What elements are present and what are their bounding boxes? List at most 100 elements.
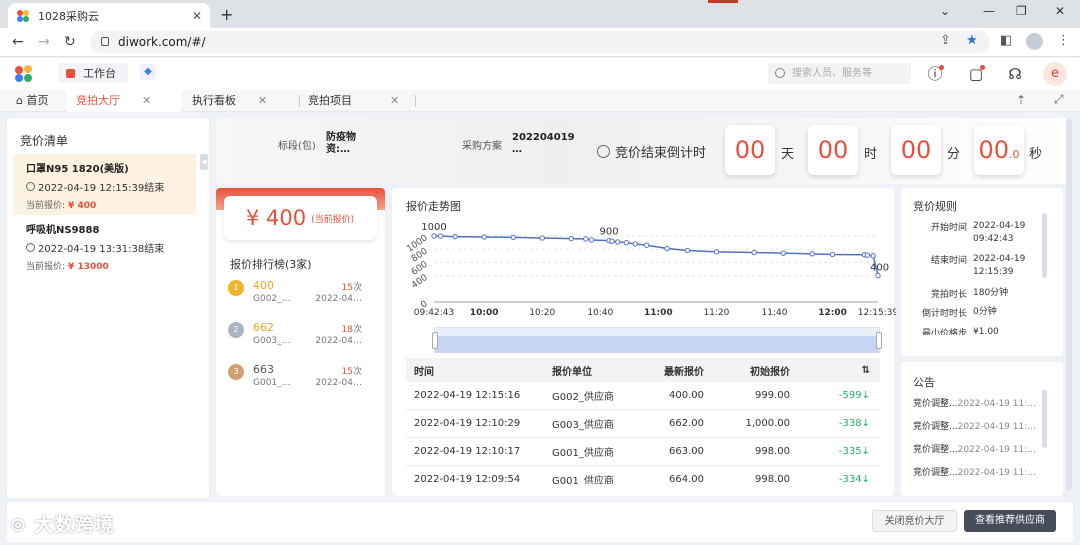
rule-value: ¥1.00	[973, 327, 999, 335]
workbench-icon	[66, 68, 75, 78]
ranking-count: 15次	[342, 364, 362, 377]
fullscreen-icon[interactable]: ⤢	[1054, 92, 1064, 107]
price-label: 当前报价:	[26, 201, 66, 211]
close-tab-icon[interactable]: ✕	[142, 94, 151, 107]
bid-list-item[interactable]: 口罩N95 1820(美版) 2022-04-19 12:15:39结束 当前报…	[14, 154, 196, 215]
notice-item[interactable]: 竞价调整...2022-04-19 11:...	[913, 396, 1036, 409]
rule-value: 2022-04-19 09:42:43	[973, 221, 1026, 244]
reload-icon[interactable]: ↻	[64, 34, 76, 50]
rule-label: 结束时间	[930, 256, 967, 266]
new-tab-icon[interactable]: +	[220, 5, 233, 24]
notice-text: 竞价调整...	[913, 468, 958, 478]
ranking-row: 1 400 15次 G002_… 2022-04…	[228, 279, 368, 315]
cell-diff: -599↓	[838, 390, 870, 401]
tab-execution-board[interactable]: 执行看板 ✕	[184, 90, 300, 112]
tab-auction-hall[interactable]: 竞拍大厅 ✕	[67, 90, 181, 112]
cell-diff: -334↓	[838, 474, 870, 484]
notice-title: 公告	[913, 376, 935, 389]
close-window-icon[interactable]: ✕	[1055, 4, 1065, 18]
slider-left-handle[interactable]	[432, 332, 438, 349]
ranking-count-value: 15	[341, 367, 353, 377]
share-icon[interactable]: ⇪	[940, 33, 951, 48]
col-unit-header: 报价单位	[552, 366, 592, 378]
data-point	[644, 242, 650, 248]
item-name: 口罩N95 1820(美版)	[26, 164, 129, 175]
search-icon	[775, 68, 785, 78]
collapse-sidebar-icon[interactable]: ◀	[200, 154, 208, 170]
notice-item[interactable]: 竞价调整...2022-04-19 11:...	[913, 442, 1036, 455]
message-icon[interactable]: ▢	[966, 64, 986, 84]
view-suppliers-button[interactable]: 查看推荐供应商	[964, 510, 1056, 532]
help-icon[interactable]: ⓘ	[925, 64, 945, 84]
timer-icon	[597, 145, 610, 158]
item-price: ¥ 13000	[68, 262, 109, 272]
data-point	[632, 241, 638, 247]
bid-list-item[interactable]: 呼吸机NS9888 2022-04-19 13:31:38结束 当前报价: ¥ 1…	[14, 215, 196, 276]
bid-list-title: 竞价清单	[20, 134, 69, 148]
rules-title: 竞价规则	[913, 200, 957, 213]
forward-icon[interactable]: →	[38, 34, 50, 50]
url-field[interactable]: diwork.com/#/	[90, 31, 990, 53]
minimize-icon[interactable]: —	[983, 4, 995, 18]
sort-icon[interactable]: ⇅	[798, 365, 880, 376]
data-point	[870, 253, 876, 259]
app-shortcut-icon[interactable]: ◆	[140, 64, 156, 80]
table-row: 2022-04-19 12:09:54 G001_供应商 664.00 998.…	[406, 466, 880, 484]
page-scrollbar[interactable]	[1066, 118, 1072, 490]
workbench-tab[interactable]: 工作台	[58, 63, 128, 83]
close-tab-icon[interactable]: ✕	[192, 9, 202, 23]
clock-icon	[26, 243, 35, 252]
profile-icon[interactable]	[1026, 33, 1043, 50]
rule-label: 倒计时时长	[921, 309, 967, 319]
chart-zoom-slider[interactable]	[432, 327, 882, 353]
cell-unit: G002_供应商	[552, 392, 614, 403]
bid-table: 时间 报价单位 最新报价 初始报价 ⇅ 2022-04-19 12:15:16 …	[406, 358, 880, 484]
tenths-value: 0	[1012, 148, 1020, 161]
upload-icon[interactable]: ⇡	[1016, 93, 1026, 107]
watermark-logo: ⊚ 大数跨境	[10, 510, 115, 537]
x-tick-label: 09:42:43	[414, 308, 454, 318]
service-icon[interactable]: ☊	[1005, 64, 1025, 84]
notice-item[interactable]: 竞价调整...2022-04-19 11:...	[913, 419, 1036, 432]
tab-auction-project[interactable]: 竞拍项目 ✕	[300, 90, 416, 112]
cell-unit: G003_供应商	[552, 420, 614, 431]
data-point	[664, 245, 670, 252]
countdown-days: 00	[725, 125, 775, 175]
data-point	[510, 234, 516, 241]
table-row: 2022-04-19 12:10:29 G003_供应商 662.00 1,00…	[406, 410, 880, 438]
app-logo-icon[interactable]	[14, 65, 34, 83]
data-point	[609, 238, 615, 244]
slider-fill	[435, 336, 879, 353]
data-point	[875, 272, 881, 279]
table-header-row: 时间 报价单位 最新报价 初始报价 ⇅	[406, 358, 880, 382]
back-icon[interactable]: ←	[12, 34, 24, 50]
tab-auction-project-label: 竞拍项目	[308, 94, 352, 107]
x-tick-label: 12:15:39	[858, 308, 896, 318]
tab-home[interactable]: ⌂ 首页	[8, 90, 66, 112]
menu-icon[interactable]: ⋮	[1057, 33, 1070, 48]
sidebar-icon[interactable]: ◧	[1000, 33, 1012, 48]
search-input[interactable]: 搜索人员、服务等	[768, 63, 911, 84]
item-price: ¥ 400	[68, 201, 97, 211]
close-tab-icon[interactable]: ✕	[258, 94, 267, 107]
notice-scrollbar[interactable]	[1042, 390, 1047, 448]
close-hall-button[interactable]: 关闭竞价大厅	[872, 510, 957, 532]
data-point	[583, 236, 589, 242]
rules-scrollbar[interactable]	[1042, 213, 1047, 278]
data-point	[713, 249, 720, 255]
slider-right-handle[interactable]	[876, 332, 882, 349]
data-point	[539, 235, 545, 241]
user-avatar[interactable]: e	[1043, 62, 1067, 86]
data-label: 400	[870, 263, 889, 274]
minutes-unit: 分	[947, 147, 961, 162]
notice-item[interactable]: 竞价调整...2022-04-19 11:...	[913, 465, 1036, 478]
price-trend-chart: 0400600800100009:42:43 10:00 10:20 10:40 11:…	[405, 222, 896, 318]
browser-tab[interactable]: 1028采购云 ✕	[8, 3, 210, 28]
chart-title: 报价走势图	[406, 200, 461, 213]
maximize-icon[interactable]: ❐	[1016, 4, 1027, 18]
star-icon[interactable]: ★	[966, 33, 978, 48]
ranking-supplier: G002_…	[253, 294, 291, 304]
close-tab-icon[interactable]: ✕	[390, 94, 399, 107]
tab-execution-board-label: 执行看板	[192, 94, 236, 107]
tab-search-icon[interactable]: ⌄	[940, 4, 950, 18]
